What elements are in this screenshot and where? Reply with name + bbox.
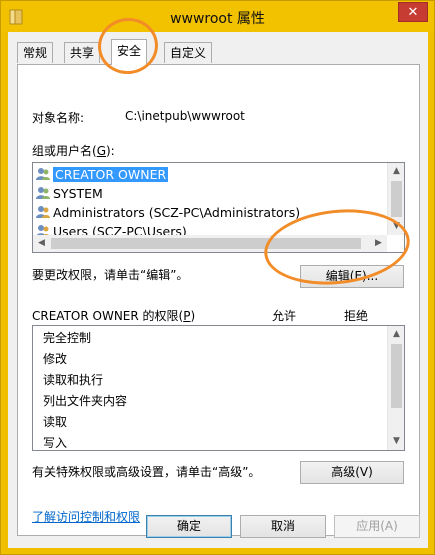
group-label: 组或用户名(G): bbox=[32, 144, 115, 158]
user-list-vertical-scrollbar[interactable]: ▲ ▼ bbox=[387, 163, 404, 235]
permissions-list[interactable]: 完全控制 修改 读取和执行 列出文件夹内容 读取 写入 ▲ ▼ bbox=[32, 325, 405, 451]
close-button[interactable]: ✕ bbox=[398, 2, 428, 22]
edit-button[interactable]: 编辑(E)... bbox=[300, 265, 404, 288]
scroll-right-icon[interactable]: ▶ bbox=[370, 235, 387, 252]
scroll-thumb[interactable] bbox=[51, 238, 361, 249]
users-icon bbox=[36, 187, 50, 199]
scroll-down-icon[interactable]: ▼ bbox=[388, 433, 404, 450]
edit-hint: 要更改权限，请单击“编辑”。 bbox=[32, 268, 189, 282]
user-list-horizontal-scrollbar[interactable]: ◀ ▶ bbox=[33, 235, 387, 252]
scroll-up-icon[interactable]: ▲ bbox=[388, 326, 404, 343]
permissions-vertical-scrollbar[interactable]: ▲ ▼ bbox=[387, 326, 404, 450]
advanced-hint: 有关特殊权限或高级设置，请单击“高级”。 bbox=[32, 465, 261, 479]
permission-item: 写入 bbox=[43, 436, 68, 450]
list-item[interactable]: SYSTEM bbox=[35, 184, 103, 203]
list-item[interactable]: CREATOR OWNER bbox=[35, 165, 169, 184]
object-name-value: C:\inetpub\wwwroot bbox=[125, 109, 245, 123]
list-item[interactable]: Administrators (SCZ-PC\Administrators) bbox=[35, 203, 300, 222]
permission-item: 修改 bbox=[43, 352, 68, 366]
window-title: wwwroot 属性 bbox=[170, 11, 265, 27]
permission-item: 读取和执行 bbox=[43, 373, 104, 387]
permissions-label: CREATOR OWNER 的权限(P) bbox=[32, 309, 196, 323]
tab-sharing[interactable]: 共享 bbox=[64, 42, 101, 63]
object-name-label: 对象名称: bbox=[32, 111, 85, 125]
security-tab-panel: 对象名称: C:\inetpub\wwwroot 组或用户名(G): CREAT… bbox=[17, 64, 420, 536]
users-icon bbox=[36, 206, 50, 218]
tab-security[interactable]: 安全 bbox=[111, 39, 148, 65]
tab-customize[interactable]: 自定义 bbox=[164, 42, 213, 63]
scroll-thumb[interactable] bbox=[391, 181, 402, 217]
ok-button[interactable]: 确定 bbox=[146, 515, 232, 538]
permission-item: 读取 bbox=[43, 415, 68, 429]
scroll-left-icon[interactable]: ◀ bbox=[33, 235, 50, 252]
access-control-help-link[interactable]: 了解访问控制和权限 bbox=[32, 508, 140, 525]
dialog-body: 常规 共享 安全 自定义 对象名称: C:\inetpub\wwwroot 组或… bbox=[8, 32, 428, 548]
permission-item: 完全控制 bbox=[43, 331, 92, 345]
scroll-down-icon[interactable]: ▼ bbox=[388, 218, 404, 235]
deny-column-header: 拒绝 bbox=[344, 309, 369, 323]
properties-window: wwwroot 属性 ✕ 常规 共享 安全 自定义 对象名称: C:\inetp… bbox=[0, 0, 435, 555]
user-list[interactable]: CREATOR OWNER SYSTEM Administrators (SCZ… bbox=[32, 162, 405, 253]
advanced-button[interactable]: 高级(V) bbox=[300, 461, 404, 484]
title-bar[interactable]: wwwroot 属性 ✕ bbox=[1, 1, 434, 32]
allow-column-header: 允许 bbox=[272, 309, 297, 323]
users-icon bbox=[36, 168, 50, 180]
cancel-button[interactable]: 取消 bbox=[240, 515, 326, 538]
scroll-up-icon[interactable]: ▲ bbox=[388, 163, 404, 180]
tab-general[interactable]: 常规 bbox=[17, 42, 54, 63]
scroll-thumb[interactable] bbox=[391, 344, 402, 408]
permission-item: 列出文件夹内容 bbox=[43, 394, 128, 408]
apply-button[interactable]: 应用(A) bbox=[334, 515, 420, 538]
